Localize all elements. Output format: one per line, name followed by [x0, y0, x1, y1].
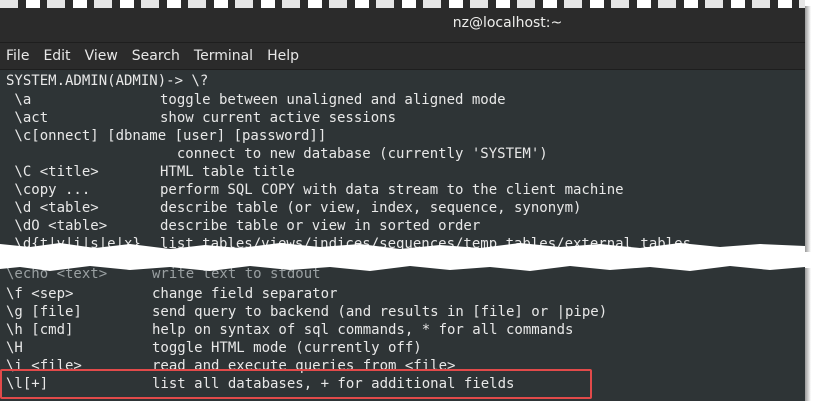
torn-edge — [0, 263, 805, 271]
terminal-window-top: nz@localhost:~ File Edit View Search Ter… — [0, 0, 805, 252]
menu-bar: File Edit View Search Terminal Help — [0, 42, 805, 70]
command-description: describe table or view in sorted order — [160, 218, 481, 234]
command-description: change field separator — [152, 286, 338, 302]
command-description: connect to new database (currently 'SYST… — [160, 146, 548, 162]
terminal-output-top[interactable]: SYSTEM.ADMIN(ADMIN)-> \? \a toggle betwee… — [0, 70, 805, 252]
command-description: HTML table title — [160, 164, 295, 180]
command-description: toggle between unaligned and aligned mod… — [160, 92, 506, 108]
command-name: \h [cmd] — [6, 322, 74, 338]
cropped-edge — [0, 0, 805, 8]
menu-help[interactable]: Help — [267, 48, 299, 64]
command-description: perform SQL COPY with data stream to the… — [160, 182, 624, 198]
title-bar[interactable]: nz@localhost:~ — [0, 0, 805, 42]
command-name: \H — [6, 340, 23, 356]
menu-search[interactable]: Search — [132, 48, 180, 64]
command-description: help on syntax of sql commands, * for al… — [152, 322, 574, 338]
command-name: \d <table> — [6, 200, 99, 216]
window-shadow — [805, 268, 811, 401]
command-description: describe table (or view, index, sequence… — [160, 200, 582, 216]
command-description: show current active sessions — [160, 110, 397, 126]
command-name: \g [file] — [6, 304, 82, 320]
torn-edge — [0, 243, 805, 252]
command-name: \dO <table> — [6, 218, 108, 234]
window-shadow — [805, 6, 811, 252]
command-name: \C <title> — [6, 164, 99, 180]
command-name: \copy ... — [6, 182, 91, 198]
menu-edit[interactable]: Edit — [43, 48, 70, 64]
menu-view[interactable]: View — [85, 48, 118, 64]
command-name: \c[onnect] [dbname [user] [password]] — [6, 128, 327, 144]
command-name: \a — [6, 92, 32, 108]
window-title: nz@localhost:~ — [452, 15, 563, 31]
command-name: \f <sep> — [6, 286, 74, 302]
prompt-text: SYSTEM.ADMIN(ADMIN)-> \? — [6, 73, 209, 89]
command-name: \act — [6, 110, 49, 126]
command-description: toggle HTML mode (currently off) — [152, 340, 422, 356]
menu-file[interactable]: File — [6, 48, 29, 64]
menu-terminal[interactable]: Terminal — [194, 48, 253, 64]
command-description: send query to backend (and results in [f… — [152, 304, 608, 320]
highlight-box — [0, 369, 592, 399]
